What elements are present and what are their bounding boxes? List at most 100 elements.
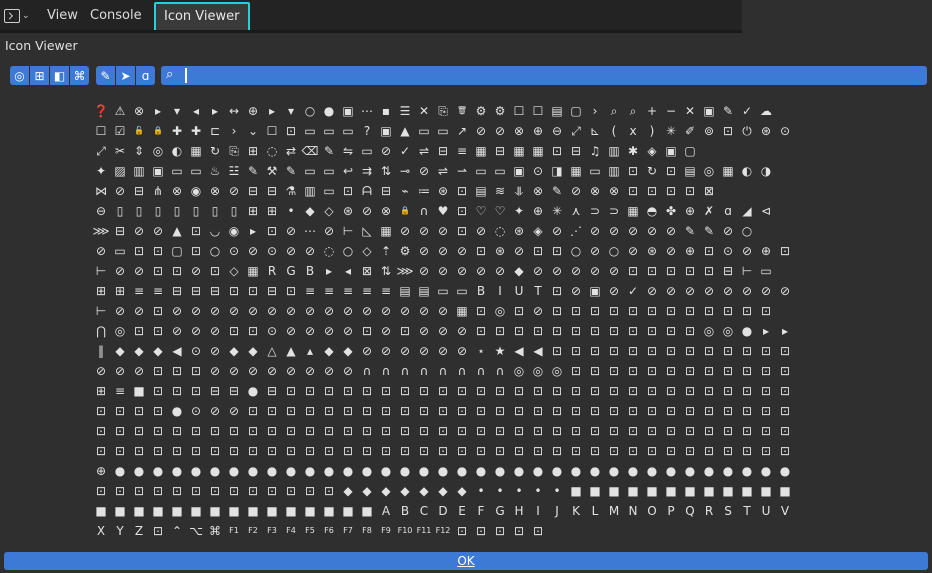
icon-cell[interactable]: ⊡ bbox=[472, 322, 490, 340]
icon-cell[interactable]: ⊡ bbox=[149, 402, 167, 420]
icon-cell[interactable]: ⊘ bbox=[415, 302, 433, 320]
icon-cell[interactable]: ⇌ bbox=[415, 142, 433, 160]
icon-cell[interactable]: ▸ bbox=[757, 322, 775, 340]
icon-cell[interactable]: ⌃ bbox=[168, 522, 186, 540]
icon-cell[interactable]: ⊡ bbox=[130, 402, 148, 420]
icon-cell[interactable]: ◆ bbox=[339, 342, 357, 360]
icon-cell[interactable]: ◈ bbox=[529, 222, 547, 240]
icon-cell[interactable]: ⊡ bbox=[776, 402, 794, 420]
icon-cell[interactable]: ⊢ bbox=[339, 222, 357, 240]
icon-cell[interactable]: 🔓 bbox=[130, 122, 148, 140]
icon-cell[interactable]: ◆ bbox=[396, 482, 414, 500]
icon-cell[interactable]: ✎ bbox=[719, 102, 737, 120]
icon-cell[interactable]: ⊘ bbox=[244, 362, 262, 380]
icon-cell[interactable]: ● bbox=[111, 462, 129, 480]
icon-cell[interactable]: V bbox=[776, 502, 794, 520]
icon-cell[interactable]: ⊘ bbox=[738, 242, 756, 260]
icon-cell[interactable]: ● bbox=[263, 462, 281, 480]
icon-cell[interactable]: ▣ bbox=[149, 162, 167, 180]
icon-cell[interactable]: ⊘ bbox=[263, 362, 281, 380]
icon-cell[interactable]: X bbox=[92, 522, 110, 540]
icon-cell[interactable]: ⊡ bbox=[225, 282, 243, 300]
icon-cell[interactable]: ⊙ bbox=[719, 242, 737, 260]
icon-cell[interactable]: ⊕ bbox=[244, 102, 262, 120]
icon-cell[interactable]: ▨ bbox=[111, 162, 129, 180]
icon-cell[interactable]: ≔ bbox=[415, 182, 433, 200]
icon-cell[interactable]: ⊞ bbox=[244, 142, 262, 160]
icon-cell[interactable]: ⊡ bbox=[567, 402, 585, 420]
icon-cell[interactable]: ▭ bbox=[491, 162, 509, 180]
icon-cell[interactable]: ⊡ bbox=[605, 302, 623, 320]
icon-cell[interactable]: ⊡ bbox=[282, 382, 300, 400]
icon-cell[interactable]: ⊡ bbox=[282, 402, 300, 420]
icon-cell[interactable]: ◆ bbox=[130, 342, 148, 360]
icon-cell[interactable]: F7 bbox=[339, 522, 357, 540]
icon-cell[interactable]: ⊘ bbox=[206, 342, 224, 360]
icon-cell[interactable]: ⊡ bbox=[510, 382, 528, 400]
icon-cell[interactable]: L bbox=[586, 502, 604, 520]
icon-cell[interactable]: ⊡ bbox=[643, 422, 661, 440]
icon-cell[interactable]: ⊘ bbox=[339, 362, 357, 380]
icon-cell[interactable]: ⊗ bbox=[510, 122, 528, 140]
icon-cell[interactable]: ◆ bbox=[225, 342, 243, 360]
icon-cell[interactable]: ▭ bbox=[472, 162, 490, 180]
icon-cell[interactable]: ● bbox=[586, 462, 604, 480]
icon-cell[interactable]: ⇄ bbox=[282, 142, 300, 160]
icon-cell[interactable]: ● bbox=[529, 462, 547, 480]
icon-cell[interactable]: ▭ bbox=[415, 122, 433, 140]
icon-cell[interactable]: ✓ bbox=[624, 282, 642, 300]
icon-cell[interactable]: ≡ bbox=[339, 282, 357, 300]
icon-cell[interactable]: ☁ bbox=[757, 102, 775, 120]
icon-cell[interactable]: E bbox=[453, 502, 471, 520]
icon-cell[interactable]: ● bbox=[320, 462, 338, 480]
icon-cell[interactable]: ⊘ bbox=[396, 302, 414, 320]
icon-cell[interactable]: ⊡ bbox=[624, 302, 642, 320]
icon-cell[interactable]: R bbox=[700, 502, 718, 520]
icon-cell[interactable]: ⊟ bbox=[377, 182, 395, 200]
icon-cell[interactable]: ⊡ bbox=[149, 302, 167, 320]
icon-cell[interactable]: O bbox=[643, 502, 661, 520]
icon-cell[interactable]: ▸ bbox=[244, 222, 262, 240]
icon-cell[interactable]: ⊡ bbox=[415, 382, 433, 400]
icon-cell[interactable]: ✤ bbox=[662, 202, 680, 220]
icon-cell[interactable]: ⊡ bbox=[605, 362, 623, 380]
icon-cell[interactable]: ⋏ bbox=[567, 202, 585, 220]
icon-cell[interactable]: ⊡ bbox=[415, 442, 433, 460]
icon-cell[interactable]: ◌ bbox=[320, 242, 338, 260]
icon-cell[interactable]: ■ bbox=[624, 482, 642, 500]
icon-cell[interactable]: ⊡ bbox=[643, 382, 661, 400]
icon-cell[interactable]: ⊡ bbox=[149, 262, 167, 280]
icon-cell[interactable]: ⊡ bbox=[453, 402, 471, 420]
icon-cell[interactable]: ⊘ bbox=[453, 262, 471, 280]
icon-cell[interactable]: ◌ bbox=[491, 222, 509, 240]
icon-cell[interactable]: ⋈ bbox=[92, 182, 110, 200]
icon-cell[interactable]: ✓ bbox=[738, 102, 756, 120]
icon-cell[interactable]: ⊘ bbox=[111, 262, 129, 280]
icon-cell[interactable]: ⊡ bbox=[130, 442, 148, 460]
icon-cell[interactable]: ⊘ bbox=[111, 182, 129, 200]
icon-cell[interactable]: ▢ bbox=[168, 242, 186, 260]
icon-cell[interactable]: ⊡ bbox=[415, 422, 433, 440]
icon-cell[interactable]: ⊡ bbox=[396, 322, 414, 340]
icon-cell[interactable]: ● bbox=[225, 462, 243, 480]
icon-cell[interactable]: ⊘ bbox=[453, 342, 471, 360]
icon-cell[interactable]: ⊘ bbox=[643, 282, 661, 300]
icon-cell[interactable]: ⊡ bbox=[548, 322, 566, 340]
icon-cell[interactable]: ⊡ bbox=[624, 322, 642, 340]
icon-cell[interactable]: ⊡ bbox=[567, 342, 585, 360]
icon-cell[interactable]: ⊡ bbox=[548, 302, 566, 320]
icon-cell[interactable]: ⊡ bbox=[168, 382, 186, 400]
icon-cell[interactable]: ⊡ bbox=[491, 322, 509, 340]
icon-cell[interactable]: ⤢ bbox=[567, 122, 585, 140]
icon-cell[interactable]: ⊡ bbox=[434, 422, 452, 440]
icon-cell[interactable]: ⌕ bbox=[624, 102, 642, 120]
icon-cell[interactable]: ↩ bbox=[339, 162, 357, 180]
icon-cell[interactable]: ⊘ bbox=[415, 242, 433, 260]
icon-cell[interactable]: ⊡ bbox=[130, 322, 148, 340]
icon-cell[interactable]: F4 bbox=[282, 522, 300, 540]
icon-cell[interactable]: ∩ bbox=[453, 362, 471, 380]
icon-cell[interactable]: ⊛ bbox=[339, 202, 357, 220]
icon-cell[interactable]: ● bbox=[168, 462, 186, 480]
icon-cell[interactable]: ? bbox=[358, 122, 376, 140]
icon-cell[interactable]: ⊡ bbox=[624, 422, 642, 440]
